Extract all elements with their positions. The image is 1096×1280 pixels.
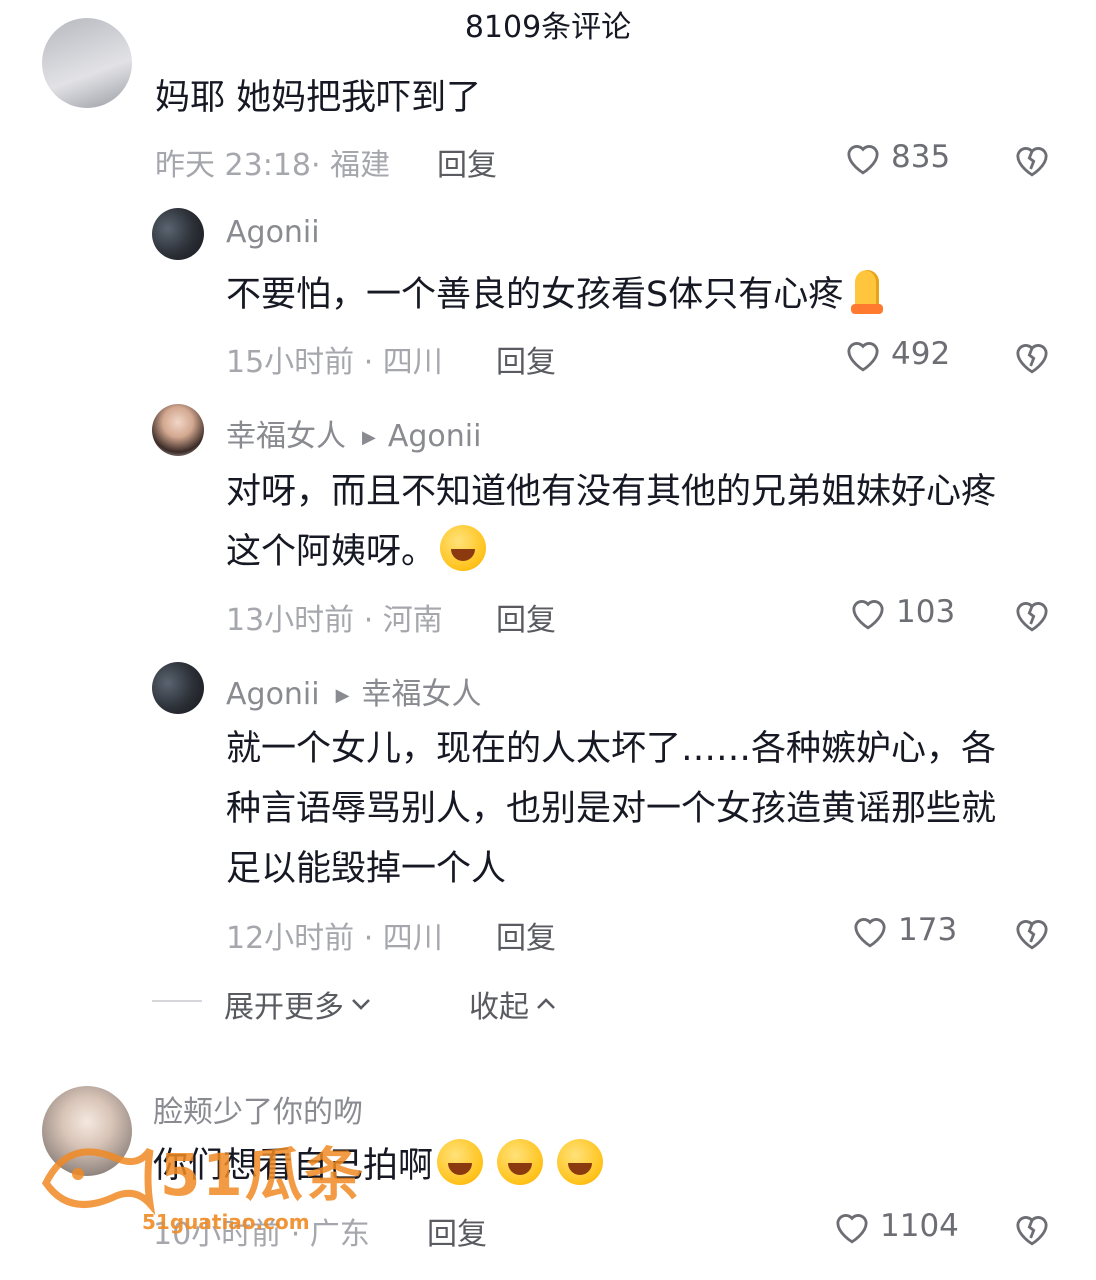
broken-heart-icon [1016, 1216, 1048, 1246]
reply-button[interactable]: 回复 [496, 337, 556, 381]
heart-icon [836, 1214, 868, 1244]
collapse-label: 收起 [469, 990, 529, 1025]
username[interactable]: 幸福女人 [226, 419, 346, 454]
broken-heart-icon [1016, 920, 1048, 950]
broken-heart-icon [1016, 602, 1048, 632]
like-count: 173 [898, 912, 958, 948]
chevron-down-icon [352, 999, 370, 1010]
comment-meta: 12小时前 · 四川 [226, 921, 443, 956]
reply-button[interactable]: 回复 [496, 595, 556, 639]
comment-count-title: 8109条评论 [464, 10, 632, 45]
chevron-up-icon [537, 998, 555, 1009]
face-holding-back-tears-emoji-icon [440, 525, 487, 571]
dislike-button[interactable] [1012, 1209, 1052, 1251]
like-button[interactable]: 173 [850, 911, 957, 949]
like-count: 835 [891, 139, 951, 175]
reply-button[interactable]: 回复 [427, 1209, 487, 1253]
tears-of-joy-emoji-icon [557, 1139, 604, 1185]
comment-text: 妈耶 她妈把我吓到了 [155, 78, 482, 118]
collapse-button[interactable]: 收起 [469, 982, 559, 1026]
avatar[interactable] [152, 662, 204, 714]
expand-more-label: 展开更多 [224, 990, 344, 1025]
comment-text: 对呀，而且不知道他有没有其他的兄弟姐妹好心疼 这个阿姨呀。 [226, 462, 1066, 582]
like-count: 492 [891, 336, 951, 372]
comment-text-content: 不要怕，一个善良的女孩看S体只有心疼 [226, 275, 844, 315]
reply-arrow-icon: ▶ [362, 427, 376, 448]
heart-icon [847, 342, 879, 372]
heart-icon [854, 918, 886, 948]
like-button[interactable]: 835 [843, 138, 950, 176]
thread-divider [152, 1000, 202, 1002]
broken-heart-icon [1016, 344, 1048, 374]
like-button[interactable]: 1104 [832, 1207, 959, 1245]
dislike-button[interactable] [1012, 337, 1052, 379]
like-count: 1104 [880, 1208, 959, 1244]
reply-to-username[interactable]: Agonii [388, 419, 482, 454]
avatar[interactable] [152, 404, 204, 456]
like-button[interactable]: 103 [848, 593, 955, 631]
reply-to-username[interactable]: 幸福女人 [361, 677, 481, 712]
watermark-brand: 51瓜条 [160, 1141, 365, 1209]
avatar[interactable] [152, 208, 204, 260]
tears-of-joy-emoji-icon [497, 1139, 544, 1185]
comment-text-line: 就一个女儿，现在的人太坏了……各种嫉妒心，各 [226, 729, 997, 769]
fish-logo-icon [41, 1147, 156, 1216]
comment-text-line: 对呀，而且不知道他有没有其他的兄弟姐妹好心疼 [226, 472, 997, 512]
reply-button[interactable]: 回复 [437, 140, 497, 184]
comment-text: 就一个女儿，现在的人太坏了……各种嫉妒心，各 种言语辱骂别人，也别是对一个女孩造… [226, 719, 1066, 899]
comment-text-line: 足以能毁掉一个人 [226, 849, 507, 889]
comment-meta: 15小时前 · 四川 [226, 345, 443, 380]
comment-meta: 昨天 23:18· 福建 [155, 148, 391, 183]
expand-more-button[interactable]: 展开更多 [224, 982, 374, 1026]
like-count: 103 [896, 594, 956, 630]
reply-button[interactable]: 回复 [496, 913, 556, 957]
heart-icon [852, 600, 884, 630]
comment-text-line: 种言语辱骂别人，也别是对一个女孩造黄谣那些就 [226, 789, 997, 829]
comment-text: 不要怕，一个善良的女孩看S体只有心疼 [226, 265, 891, 325]
comment-meta: 13小时前 · 河南 [226, 603, 443, 638]
like-button[interactable]: 492 [843, 335, 950, 373]
broken-heart-icon [1016, 147, 1048, 177]
avatar[interactable] [42, 18, 132, 108]
username[interactable]: Agonii [226, 677, 320, 712]
username-reply-line: 幸福女人 ▶ Agonii [226, 411, 481, 455]
watermark-url: 51guatiao.com [142, 1210, 310, 1234]
dislike-button[interactable] [1012, 913, 1052, 955]
dislike-button[interactable] [1012, 595, 1052, 637]
username-reply-line: Agonii ▶ 幸福女人 [226, 669, 481, 713]
comment-text-line: 这个阿姨呀。 [226, 522, 1066, 582]
watermark-logo [38, 1128, 158, 1222]
tears-of-joy-emoji-icon [437, 1139, 484, 1185]
comment-text-content: 这个阿姨呀。 [226, 532, 437, 572]
dislike-button[interactable] [1012, 140, 1052, 182]
username[interactable]: 脸颊少了你的吻 [153, 1087, 363, 1131]
username[interactable]: Agonii [226, 215, 320, 250]
reply-arrow-icon: ▶ [335, 685, 350, 706]
folded-hands-emoji-icon [843, 268, 891, 314]
heart-icon [847, 145, 879, 175]
